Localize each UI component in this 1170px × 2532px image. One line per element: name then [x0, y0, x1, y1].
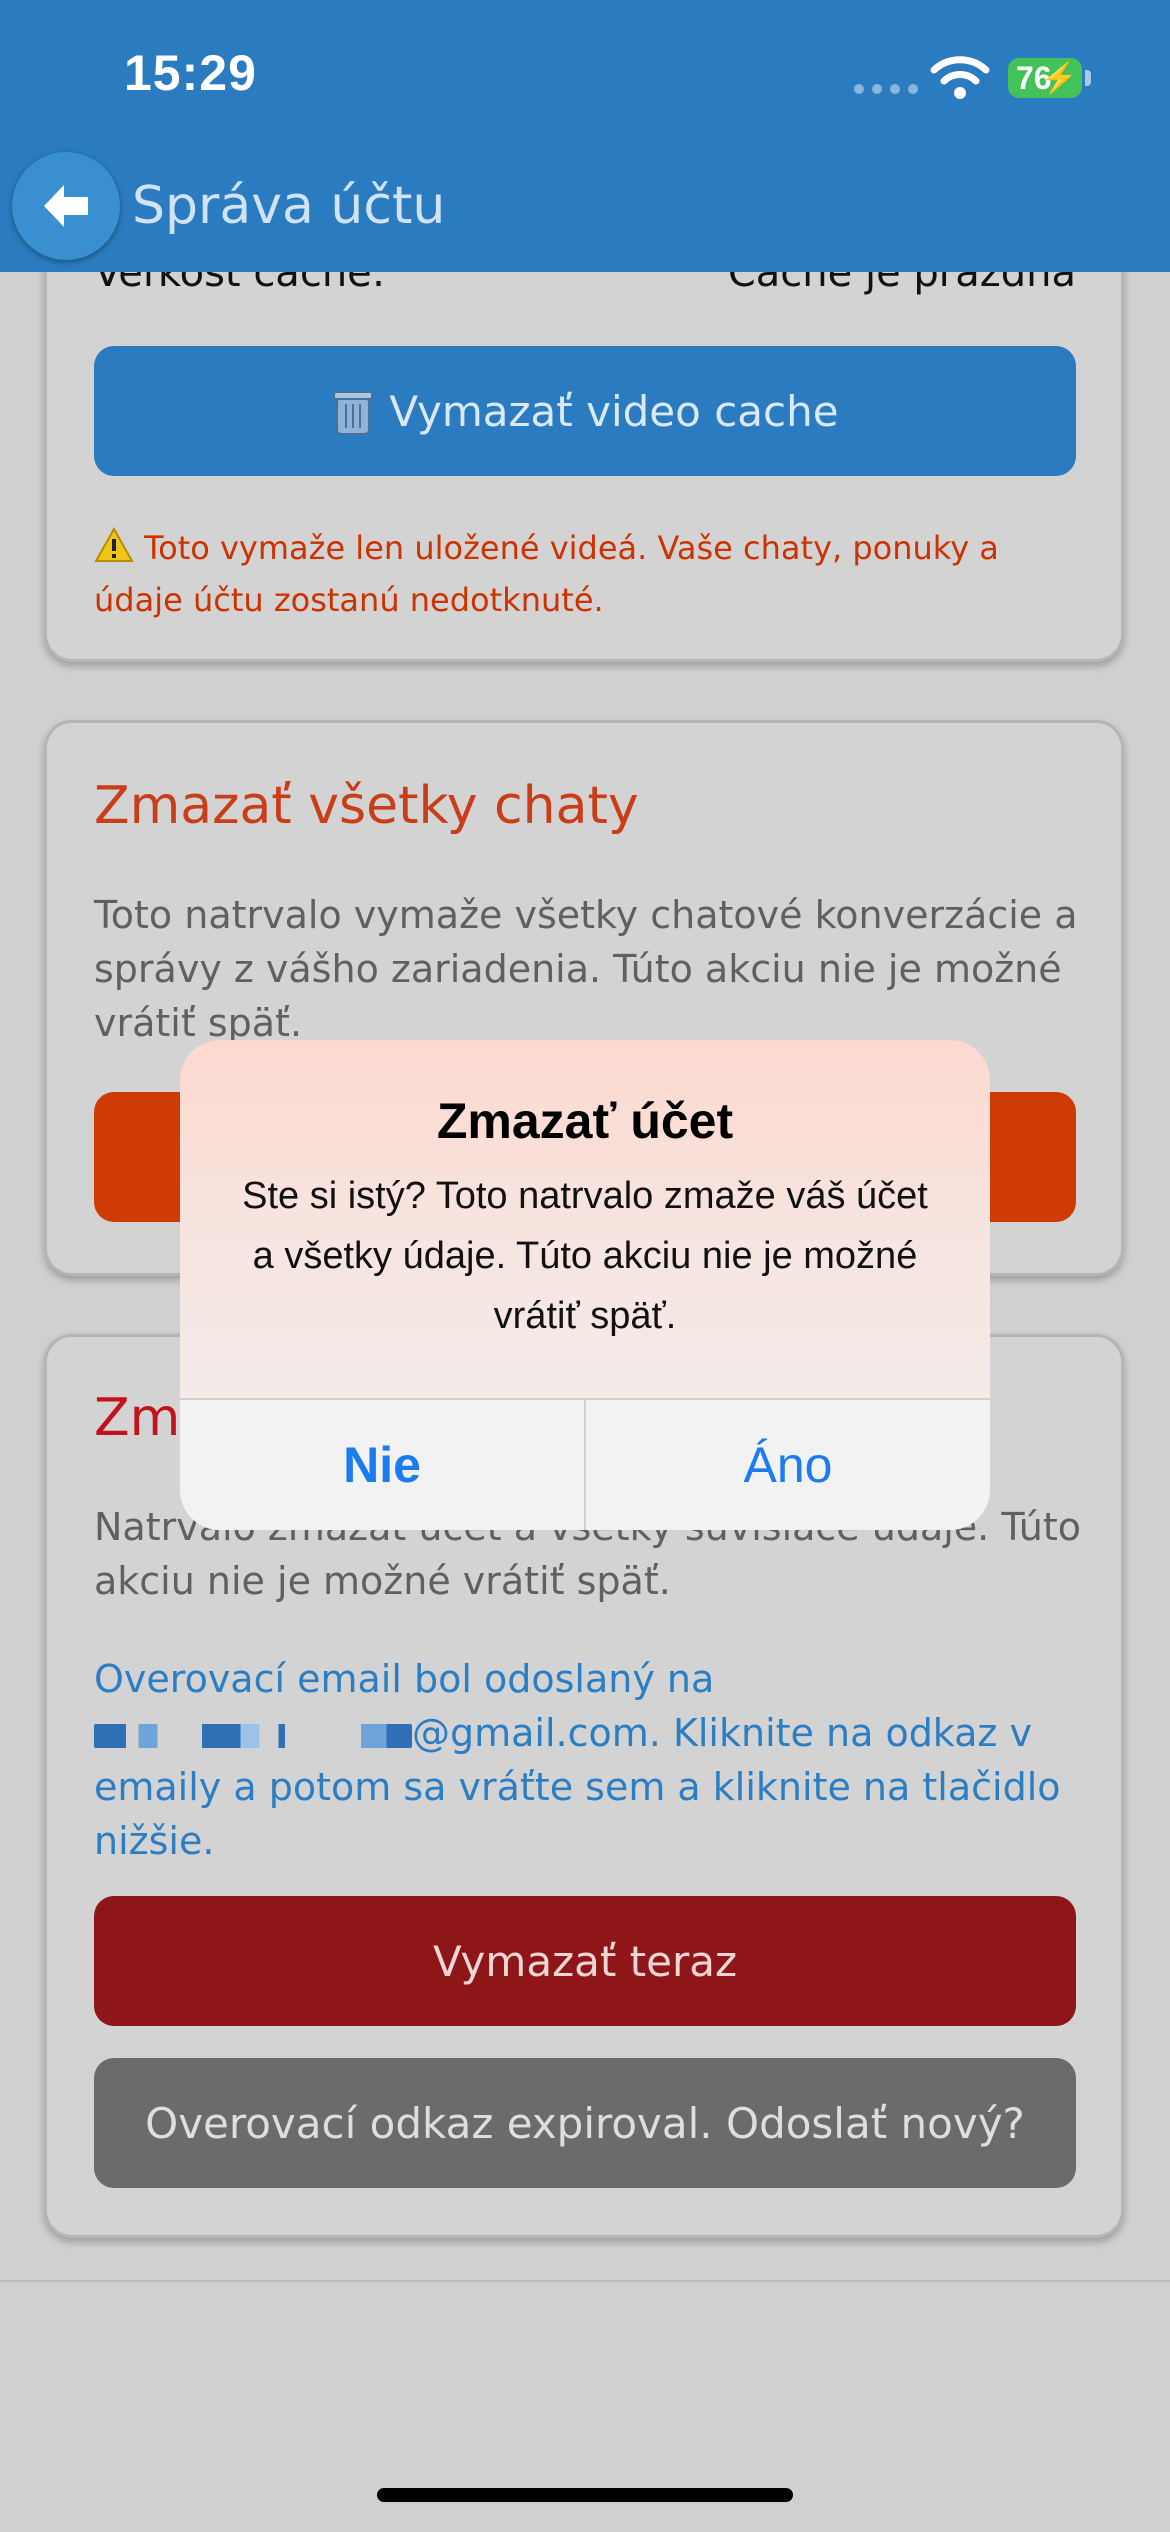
- confirm-dialog: Zmazať účet Ste si istý? Toto natrvalo z…: [180, 1040, 990, 1530]
- dialog-title: Zmazať účet: [436, 1093, 734, 1149]
- dialog-cancel-button[interactable]: Nie: [180, 1400, 584, 1530]
- dialog-confirm-button[interactable]: Áno: [586, 1400, 990, 1530]
- dialog-message: Ste si istý? Toto natrvalo zmaže váš úče…: [242, 1175, 928, 1337]
